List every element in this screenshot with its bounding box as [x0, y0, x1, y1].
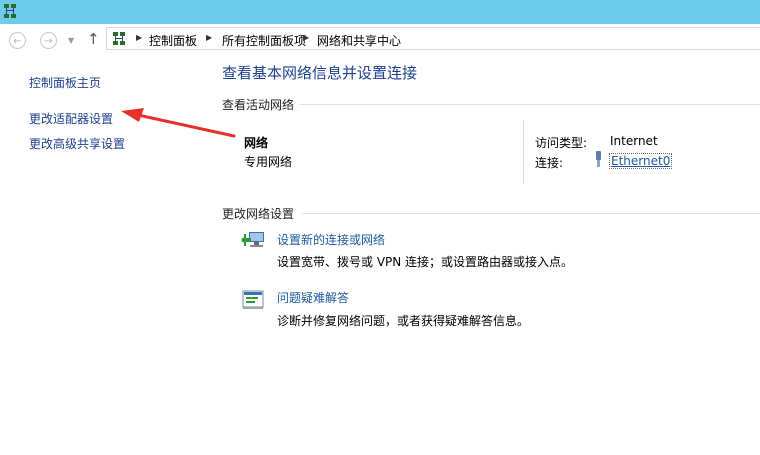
- forward-arrow-icon[interactable]: →: [40, 32, 57, 49]
- breadcrumb-separator-icon[interactable]: ▶: [206, 33, 212, 42]
- back-arrow-icon[interactable]: ←: [9, 32, 26, 49]
- troubleshoot-link[interactable]: 问题疑难解答: [277, 289, 349, 306]
- sidebar-item-change-adapter-settings[interactable]: 更改适配器设置: [29, 110, 113, 127]
- troubleshoot-icon: [242, 290, 264, 309]
- up-arrow-icon[interactable]: ↑: [87, 30, 100, 48]
- new-connection-icon: [241, 232, 264, 247]
- setup-new-connection-link[interactable]: 设置新的连接或网络: [277, 231, 385, 248]
- ethernet-connection-link[interactable]: Ethernet0: [609, 153, 673, 169]
- ethernet-cable-icon: [596, 151, 601, 167]
- chevron-down-icon[interactable]: ▼: [68, 36, 74, 45]
- breadcrumb-all-items[interactable]: 所有控制面板项: [222, 32, 306, 49]
- control-panel-icon: [113, 32, 125, 45]
- vertical-divider: [523, 120, 524, 184]
- network-app-icon: [4, 4, 16, 18]
- title-bar: [0, 0, 760, 24]
- navigation-bar: ← → ▼ ↑ ▶ 控制面板 ▶ 所有控制面板项 ▶ 网络和共享中心: [0, 24, 760, 56]
- annotation-arrow-icon: [121, 108, 236, 138]
- sidebar-item-advanced-sharing[interactable]: 更改高级共享设置: [29, 135, 125, 152]
- breadcrumb-network-center[interactable]: 网络和共享中心: [317, 32, 401, 49]
- section-divider: [300, 104, 760, 105]
- access-type-label: 访问类型:: [535, 136, 588, 150]
- breadcrumb-control-panel[interactable]: 控制面板: [149, 32, 197, 49]
- page-title: 查看基本网络信息并设置连接: [222, 64, 418, 82]
- network-type: 专用网络: [244, 155, 293, 169]
- breadcrumb-separator-icon[interactable]: ▶: [303, 33, 309, 42]
- connection-label: 连接:: [535, 156, 564, 170]
- setup-new-connection-desc: 设置宽带、拨号或 VPN 连接；或设置路由器或接入点。: [277, 255, 574, 269]
- section-divider: [302, 213, 760, 214]
- change-settings-heading: 更改网络设置: [222, 207, 295, 221]
- active-networks-heading: 查看活动网络: [222, 98, 295, 112]
- address-bar[interactable]: ▶ 控制面板 ▶ 所有控制面板项 ▶ 网络和共享中心: [106, 27, 760, 50]
- breadcrumb-separator-icon: ▶: [136, 33, 143, 42]
- network-name: 网络: [244, 136, 269, 150]
- troubleshoot-desc: 诊断并修复网络问题，或者获得疑难解答信息。: [277, 314, 530, 328]
- access-type-value: Internet: [610, 134, 658, 148]
- sidebar-item-control-panel-home[interactable]: 控制面板主页: [29, 74, 101, 91]
